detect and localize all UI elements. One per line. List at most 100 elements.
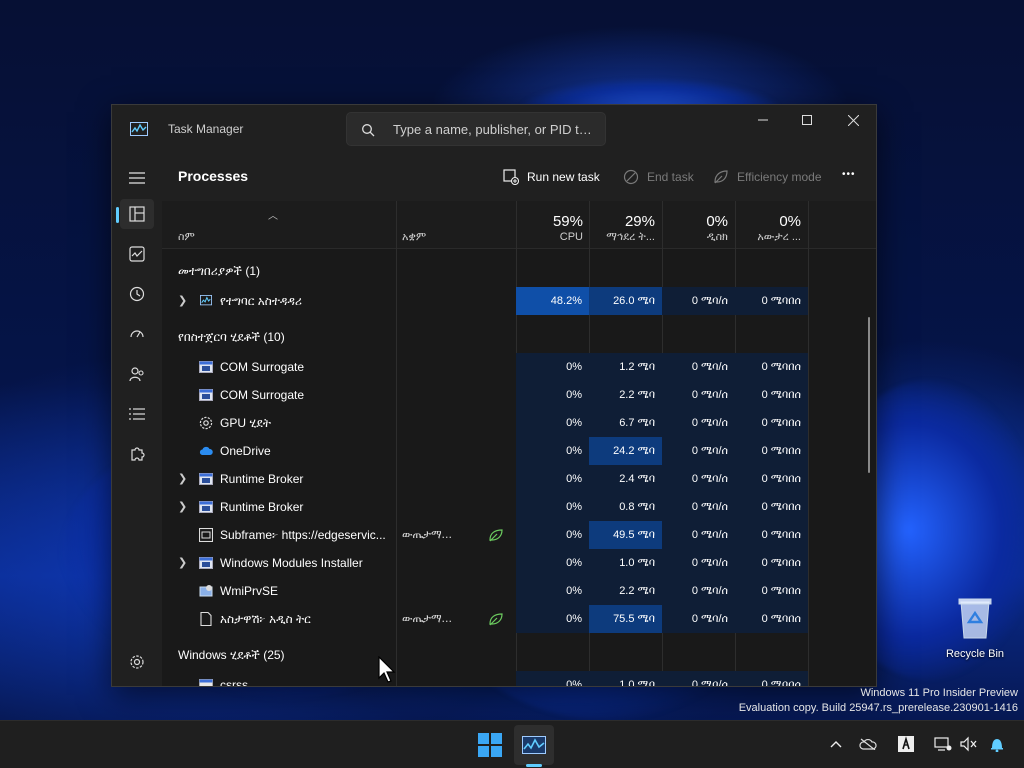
disk-cell: 0 ሜባ/ሰ [662,493,735,521]
show-hidden-icons-button[interactable] [825,733,847,755]
recycle-bin-label: Recycle Bin [945,648,1005,660]
services-puzzle-icon [131,447,145,461]
onedrive-tray-icon[interactable] [857,733,879,755]
network-cell: 0 ሜባበሰ [735,521,808,549]
group-header-background[interactable]: የበስተጀርባ ሂደቶች (10) [162,323,876,351]
nav-services[interactable] [120,439,154,469]
search-box[interactable]: Type a name, publisher, or PID t… [346,112,606,146]
process-list: መተግበሪያዎች (1) ❯ የተግባር አስተዳዳሪ 48.2% 26.0 ሜ… [162,249,876,686]
run-new-task-button[interactable]: Run new task [503,169,600,185]
recycle-bin-icon [958,598,992,639]
table-row[interactable]: COM Surrogate 0% 1.2 ሜባ 0 ሜባ/ሰ 0 ሜባበሰ [162,353,876,381]
group-header-apps[interactable]: መተግበሪያዎች (1) [162,257,876,285]
ime-icon [898,736,914,752]
nav-details[interactable] [120,399,154,429]
table-row[interactable]: ❯ Windows Modules Installer 0% 1.0 ሜባ 0 ሜባ/ሰ… [162,549,876,577]
table-row[interactable]: ❯ የተግባር አስተዳዳሪ 48.2% 26.0 ሜባ 0 ሜባ/ሰ 0 ሜባ… [162,287,876,315]
nav-settings[interactable] [120,647,154,677]
column-divider[interactable] [808,201,809,249]
table-row[interactable]: GPU ሂደት 0% 6.7 ሜባ 0 ሜባ/ሰ 0 ሜባበሰ [162,409,876,437]
disk-cell: 0 ሜባ/ሰ [662,287,735,315]
mouse-cursor-icon [378,656,396,683]
search-input[interactable]: Type a name, publisher, or PID t… [393,122,592,137]
hamburger-menu-button[interactable] [120,163,154,193]
title-bar[interactable]: Task Manager Type a name, publisher, or … [112,105,876,151]
table-row[interactable]: OneDrive 0% 24.2 ሜባ 0 ሜባ/ሰ 0 ሜባበሰ [162,437,876,465]
window-icon [199,473,213,485]
volume-tray-icon[interactable] [958,733,980,755]
taskbar-task-manager-button[interactable] [514,725,554,765]
group-header-windows[interactable]: Windows ሂደቶች (25) [162,641,876,669]
nav-app-history[interactable] [120,279,154,309]
taskbar [0,720,1024,768]
run-new-task-label: Run new task [527,170,600,184]
disk-cell: 0 ሜባ/ሰ [662,409,735,437]
group-windows-label: Windows ሂደቶች (25) [178,648,285,662]
evaluation-watermark: Windows 11 Pro Insider Preview Evaluatio… [739,686,1018,716]
column-cpu-header[interactable]: CPU [516,231,583,243]
column-disk-header[interactable]: ዲስክ [662,231,728,244]
efficiency-mode-button[interactable]: Efficiency mode [713,169,822,185]
end-task-button[interactable]: End task [623,169,694,185]
active-nav-indicator [116,207,119,223]
memory-cell: 6.7 ሜባ [589,409,662,437]
users-icon [129,367,144,382]
process-status: ውጤታማ... [402,612,453,625]
network-cell: 0 ሜባበሰ [735,353,808,381]
column-status-header[interactable]: አቋም [402,231,502,244]
cpu-cell: 0% [516,671,589,686]
column-name-header[interactable]: ስም [178,231,328,244]
more-options-icon: ••• [842,169,856,180]
chevron-right-icon[interactable]: ❯ [178,549,187,577]
memory-cell: 24.2 ሜባ [589,437,662,465]
table-row[interactable]: Subframe፦ https://edgeservic... ውጤታማ... 0%… [162,521,876,549]
close-button[interactable] [830,105,876,135]
column-memory-header[interactable]: ማኅደረ ት... [596,231,655,244]
sort-ascending-icon[interactable]: ︿ [268,207,278,222]
table-row[interactable]: ❯ Runtime Broker 0% 2.4 ሜባ 0 ሜባ/ሰ 0 ሜባበሰ [162,465,876,493]
nav-users[interactable] [120,359,154,389]
chevron-right-icon[interactable]: ❯ [178,465,187,493]
nav-performance[interactable] [120,239,154,269]
memory-cell: 75.5 ሜባ [589,605,662,633]
recycle-bin-shortcut[interactable]: Recycle Bin [944,596,1006,660]
disk-cell: 0 ሜባ/ሰ [662,353,735,381]
column-network-header[interactable]: አውታረ ... [735,231,801,244]
nav-startup-apps[interactable] [120,319,154,349]
start-button[interactable] [470,725,510,765]
chevron-right-icon[interactable]: ❯ [178,287,187,315]
processes-page: Processes Run new task End task Efficien… [162,151,876,686]
memory-cell: 0.8 ሜባ [589,493,662,521]
nav-processes[interactable] [120,199,154,229]
disk-cell: 0 ሜባ/ሰ [662,671,735,686]
task-manager-app-icon [130,122,148,136]
table-row[interactable]: አስታዋሽ፦ አዲስ ትር ውጤታማ... 0% 75.5 ሜባ 0 ሜባ/ሰ 0 ሜባበ… [162,605,876,633]
processes-icon [129,206,145,222]
settings-gear-icon [130,655,144,669]
table-row[interactable]: COM Surrogate 0% 2.2 ሜባ 0 ሜባ/ሰ 0 ሜባበሰ [162,381,876,409]
minimize-button[interactable] [740,105,786,135]
task-manager-window: Task Manager Type a name, publisher, or … [111,104,877,687]
cpu-total-percent: 59% [552,213,583,230]
notifications-button[interactable] [986,733,1008,755]
disk-cell: 0 ሜባ/ሰ [662,381,735,409]
maximize-button[interactable] [784,105,830,135]
minimize-icon [758,119,768,121]
table-row[interactable]: ❯ Runtime Broker 0% 0.8 ሜባ 0 ሜባ/ሰ 0 ሜባበሰ [162,493,876,521]
window-icon [199,501,213,513]
table-row[interactable]: csrss 0% 1.0 ሜባ 0 ሜባ/ሰ 0 ሜባበሰ [162,671,876,686]
column-divider[interactable] [396,201,397,249]
disk-total-percent: 0% [706,213,728,230]
table-row[interactable]: WmiPrvSE 0% 2.2 ሜባ 0 ሜባ/ሰ 0 ሜባበሰ [162,577,876,605]
chevron-right-icon[interactable]: ❯ [178,493,187,521]
more-options-button[interactable]: ••• [842,169,856,180]
vertical-scrollbar[interactable] [868,317,870,473]
efficiency-leaf-icon [489,613,503,626]
process-name: Windows Modules Installer [220,556,363,570]
efficiency-mode-label: Efficiency mode [737,170,822,184]
end-task-label: End task [647,170,694,184]
input-language-button[interactable] [895,733,917,755]
network-tray-icon[interactable] [932,733,954,755]
page-icon [200,612,212,626]
cpu-cell: 0% [516,521,589,549]
